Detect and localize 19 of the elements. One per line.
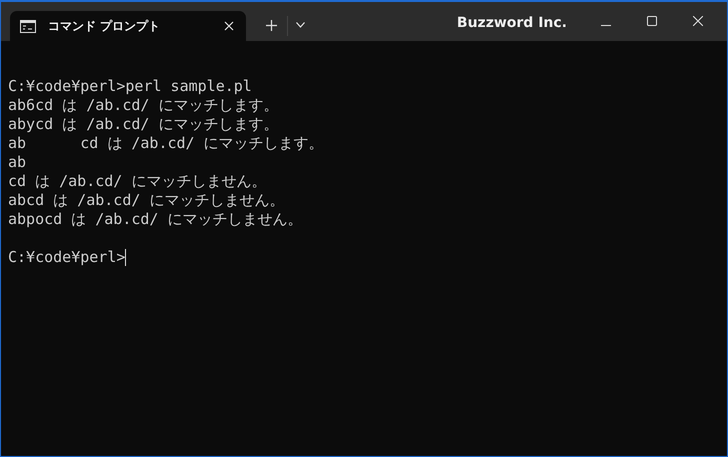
console-line: cd は /ab.cd/ にマッチしません。 xyxy=(8,172,268,191)
command-prompt: C:¥code¥perl> xyxy=(8,248,126,267)
close-icon[interactable] xyxy=(224,21,234,31)
maximize-icon[interactable] xyxy=(647,16,657,26)
terminal-icon xyxy=(20,20,36,32)
text-cursor xyxy=(125,249,126,266)
console-line: abpocd は /ab.cd/ にマッチしません。 xyxy=(8,210,304,229)
console-line: abycd は /ab.cd/ にマッチします。 xyxy=(8,115,280,134)
console-line: ab xyxy=(8,153,28,172)
console-tab[interactable]: コマンド プロンプト xyxy=(10,11,246,41)
console-line: ab cd は /ab.cd/ にマッチします。 xyxy=(8,134,325,153)
close-icon[interactable] xyxy=(693,16,703,26)
tab-title: コマンド プロンプト xyxy=(48,18,162,34)
plus-icon[interactable] xyxy=(266,20,277,31)
chevron-down-icon[interactable] xyxy=(296,22,305,28)
app-name: Buzzword Inc. xyxy=(456,15,567,31)
console-line: C:¥code¥perl>perl sample.pl xyxy=(8,77,253,96)
console-line: abcd は /ab.cd/ にマッチしません。 xyxy=(8,191,286,210)
console-line: ab6cd は /ab.cd/ にマッチします。 xyxy=(8,96,280,115)
